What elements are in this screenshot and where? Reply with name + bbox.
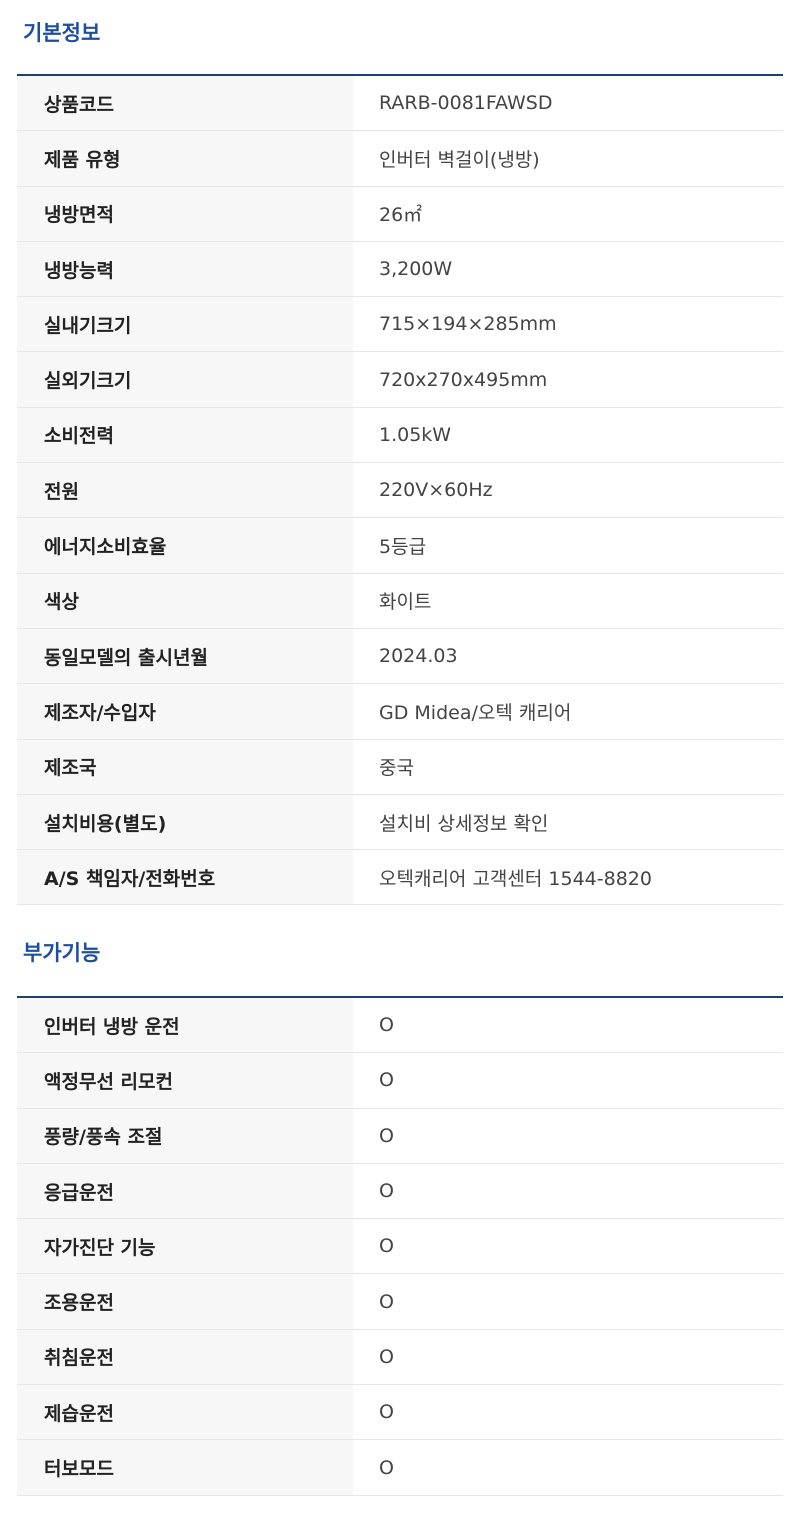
spec-value: 720x270x495mm bbox=[379, 368, 548, 391]
spec-label: 전원 bbox=[17, 463, 353, 518]
spec-label: 제조국 bbox=[17, 739, 353, 794]
spec-row-color: 색상 화이트 bbox=[17, 573, 783, 629]
spec-value: 220V×60Hz bbox=[379, 479, 493, 502]
feature-row-inverter-cooling: 인버터 냉방 운전 O bbox=[17, 998, 783, 1054]
spec-label: A/S 책임자/전화번호 bbox=[17, 850, 353, 905]
feature-label: 취침운전 bbox=[17, 1329, 353, 1385]
spec-value: 2024.03 bbox=[379, 645, 458, 668]
spec-label: 설치비용(별도) bbox=[17, 794, 353, 850]
spec-value: 중국 bbox=[379, 757, 414, 780]
feature-value: O bbox=[379, 1456, 394, 1479]
spec-row-cooling-capacity: 냉방능력 3,200W bbox=[17, 241, 783, 298]
feature-row-airflow-control: 풍량/풍속 조절 O bbox=[17, 1108, 783, 1164]
spec-label: 제조자/수입자 bbox=[17, 684, 353, 739]
spec-value: 5등급 bbox=[379, 536, 427, 559]
spec-label: 소비전력 bbox=[17, 407, 353, 463]
spec-label: 제품 유형 bbox=[17, 131, 353, 186]
spec-label: 에너지소비효율 bbox=[17, 518, 353, 573]
feature-value: O bbox=[379, 1290, 394, 1313]
feature-label: 인버터 냉방 운전 bbox=[17, 998, 353, 1053]
feature-row-turbo-mode: 터보모드 O bbox=[17, 1440, 783, 1496]
feature-value: O bbox=[379, 1401, 394, 1424]
feature-label: 조용운전 bbox=[17, 1274, 353, 1329]
feature-label: 터보모드 bbox=[17, 1440, 353, 1495]
extra-features-title: 부가기능 bbox=[23, 941, 101, 965]
basic-info-table: 상품코드 RARB-0081FAWSD 제품 유형 인버터 벽걸이(냉방) 냉방… bbox=[17, 74, 783, 906]
spec-row-as-contact: A/S 책임자/전화번호 오텍캐리어 고객센터 1544-8820 bbox=[17, 850, 783, 906]
spec-label: 색상 bbox=[17, 573, 353, 628]
spec-value: 인버터 벽걸이(냉방) bbox=[379, 148, 540, 171]
spec-value: 26㎡ bbox=[379, 204, 423, 227]
feature-row-dehumidify-mode: 제습운전 O bbox=[17, 1385, 783, 1441]
extra-features-section: 부가기능 인버터 냉방 운전 O 액정무선 리모컨 O 풍량/풍속 조절 O 응… bbox=[17, 920, 783, 1496]
feature-label: 응급운전 bbox=[17, 1163, 353, 1219]
feature-value: O bbox=[379, 1069, 394, 1092]
spec-label: 동일모델의 출시년월 bbox=[17, 628, 353, 684]
basic-info-section: 기본정보 상품코드 RARB-0081FAWSD 제품 유형 인버터 벽걸이(냉… bbox=[17, 0, 783, 906]
spec-value: GD Midea/오텍 캐리어 bbox=[379, 701, 572, 724]
spec-label: 상품코드 bbox=[17, 76, 353, 131]
spec-label: 냉방능력 bbox=[17, 241, 353, 297]
feature-value: O bbox=[379, 1014, 394, 1037]
feature-label: 액정무선 리모컨 bbox=[17, 1053, 353, 1108]
spec-value: 1.05kW bbox=[379, 423, 452, 446]
spec-value: 715×194×285mm bbox=[379, 313, 557, 336]
feature-label: 제습운전 bbox=[17, 1385, 353, 1440]
basic-info-title: 기본정보 bbox=[23, 21, 101, 45]
spec-value: 설치비 상세정보 확인 bbox=[379, 812, 549, 835]
spec-value: RARB-0081FAWSD bbox=[379, 92, 553, 115]
spec-value: 오텍캐리어 고객센터 1544-8820 bbox=[379, 867, 652, 890]
spec-row-country-of-origin: 제조국 중국 bbox=[17, 739, 783, 795]
spec-label: 냉방면적 bbox=[17, 186, 353, 241]
feature-value: O bbox=[379, 1235, 394, 1258]
extra-features-table: 인버터 냉방 운전 O 액정무선 리모컨 O 풍량/풍속 조절 O 응급운전 O… bbox=[17, 996, 783, 1496]
spec-row-installation-cost: 설치비용(별도) 설치비 상세정보 확인 bbox=[17, 794, 783, 851]
spec-label: 실내기크기 bbox=[17, 297, 353, 352]
spec-row-product-code: 상품코드 RARB-0081FAWSD bbox=[17, 76, 783, 132]
spec-row-cooling-area: 냉방면적 26㎡ bbox=[17, 186, 783, 242]
feature-row-self-diagnosis: 자가진단 기능 O bbox=[17, 1219, 783, 1275]
feature-row-quiet-mode: 조용운전 O bbox=[17, 1274, 783, 1330]
spec-row-power-consumption: 소비전력 1.05kW bbox=[17, 407, 783, 464]
spec-row-product-type: 제품 유형 인버터 벽걸이(냉방) bbox=[17, 131, 783, 187]
spec-row-indoor-size: 실내기크기 715×194×285mm bbox=[17, 297, 783, 353]
spec-row-energy-efficiency: 에너지소비효율 5등급 bbox=[17, 518, 783, 574]
product-spec-page: 기본정보 상품코드 RARB-0081FAWSD 제품 유형 인버터 벽걸이(냉… bbox=[0, 0, 800, 1523]
feature-row-lcd-remote: 액정무선 리모컨 O bbox=[17, 1053, 783, 1109]
spec-label: 실외기크기 bbox=[17, 352, 353, 407]
spec-value: 3,200W bbox=[379, 258, 453, 281]
feature-value: O bbox=[379, 1124, 394, 1147]
feature-value: O bbox=[379, 1180, 394, 1203]
feature-label: 자가진단 기능 bbox=[17, 1219, 353, 1274]
feature-label: 풍량/풍속 조절 bbox=[17, 1108, 353, 1163]
spec-row-release-date: 동일모델의 출시년월 2024.03 bbox=[17, 628, 783, 685]
spec-row-power-supply: 전원 220V×60Hz bbox=[17, 463, 783, 519]
feature-row-sleep-mode: 취침운전 O bbox=[17, 1329, 783, 1386]
spec-row-outdoor-size: 실외기크기 720x270x495mm bbox=[17, 352, 783, 408]
spec-row-manufacturer: 제조자/수입자 GD Midea/오텍 캐리어 bbox=[17, 684, 783, 740]
feature-row-emergency-mode: 응급운전 O bbox=[17, 1163, 783, 1220]
feature-value: O bbox=[379, 1345, 394, 1368]
spec-value: 화이트 bbox=[379, 591, 432, 614]
